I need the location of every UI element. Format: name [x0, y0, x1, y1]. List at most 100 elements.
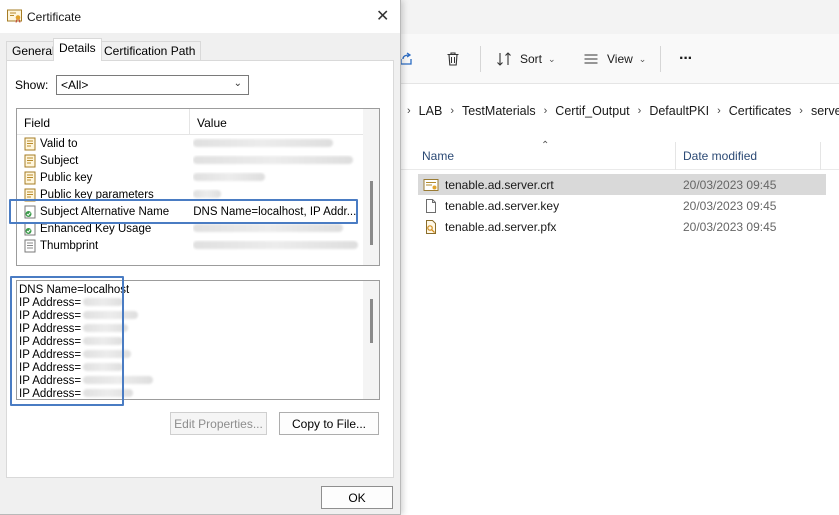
edit-properties-button[interactable]: Edit Properties... — [170, 412, 267, 435]
file-date-modified: 20/03/2023 09:45 — [683, 198, 777, 213]
field-name: Public key — [40, 171, 93, 184]
field-name: Thumbprint — [40, 239, 99, 252]
view-list-icon — [583, 51, 599, 67]
tab-certification-path[interactable]: Certification Path — [98, 41, 202, 61]
column-divider[interactable] — [675, 142, 676, 170]
detail-line: IP Address= — [19, 362, 124, 374]
sort-ascending-icon: ⌃ — [541, 140, 550, 151]
show-label: Show: — [15, 78, 49, 92]
field-row-public-key[interactable]: Public key — [23, 169, 363, 186]
detail-scrollbar[interactable] — [363, 281, 379, 399]
field-detail-textbox[interactable]: DNS Name=localhost IP Address= IP Addres… — [16, 280, 380, 400]
column-header-field[interactable]: Field — [24, 116, 50, 130]
file-name: tenable.ad.server.pfx — [445, 219, 557, 234]
chevron-right-icon: › — [407, 105, 411, 117]
detail-line: IP Address= — [19, 336, 124, 348]
field-value-redacted — [193, 155, 363, 167]
view-label: View — [607, 52, 633, 66]
detail-line: IP Address= — [19, 297, 124, 309]
certificate-file-icon — [423, 177, 439, 193]
chevron-right-icon: › — [543, 105, 548, 117]
blank-file-icon — [423, 198, 439, 214]
field-value-redacted — [193, 138, 363, 150]
sort-button[interactable]: Sort ⌄ — [496, 48, 556, 70]
chevron-down-icon: ⌄ — [638, 53, 647, 64]
file-name: tenable.ad.server.crt — [445, 177, 554, 192]
scrollbar-thumb[interactable] — [370, 299, 373, 343]
field-document-icon — [23, 171, 37, 185]
field-row-valid-to[interactable]: Valid to — [23, 135, 363, 152]
detail-line: IP Address= — [19, 349, 132, 361]
file-name: tenable.ad.server.key — [445, 198, 560, 213]
sort-label: Sort — [520, 52, 543, 66]
file-row-crt[interactable]: tenable.ad.server.crt 20/03/2023 09:45 — [418, 174, 826, 195]
breadcrumb-item[interactable]: Certificates — [724, 104, 797, 118]
delete-button[interactable] — [445, 48, 461, 70]
field-document-icon — [23, 154, 37, 168]
breadcrumb-item[interactable]: server — [806, 104, 839, 118]
certificate-dialog: Certificate ✕ General Details Certificat… — [0, 0, 401, 515]
breadcrumb-item[interactable]: TestMaterials — [457, 104, 541, 118]
tab-details[interactable]: Details — [53, 38, 102, 61]
breadcrumb: › LAB › TestMaterials › Certif_Output › … — [404, 104, 839, 118]
chevron-right-icon: › — [717, 105, 721, 117]
certificate-icon — [7, 9, 23, 26]
detail-line: DNS Name=localhost — [19, 284, 130, 296]
breadcrumb-item[interactable]: Certif_Output — [550, 104, 634, 118]
file-row-key[interactable]: tenable.ad.server.key 20/03/2023 09:45 — [418, 195, 826, 216]
field-name: Valid to — [40, 137, 78, 150]
close-icon[interactable]: ✕ — [376, 6, 389, 26]
dialog-titlebar[interactable]: Certificate ✕ — [0, 0, 400, 33]
field-value: DNS Name=localhost, IP Addr... — [193, 205, 357, 218]
field-name: Enhanced Key Usage — [40, 222, 152, 235]
field-row-enhanced-key-usage[interactable]: Enhanced Key Usage — [23, 220, 363, 237]
toolbar-divider — [480, 46, 481, 72]
breadcrumb-item[interactable]: LAB — [414, 104, 448, 118]
more-options-button[interactable]: ··· — [679, 48, 693, 70]
field-document-icon — [23, 188, 37, 202]
more-icon: ··· — [679, 50, 693, 67]
certificate-fields-list[interactable]: Field Value Valid to Subject Public key … — [16, 108, 380, 266]
dialog-title: Certificate — [27, 10, 82, 24]
copy-to-file-button[interactable]: Copy to File... — [279, 412, 379, 435]
detail-line: IP Address= — [19, 323, 129, 335]
chevron-down-icon: ⌄ — [233, 78, 242, 89]
field-value-redacted — [193, 223, 363, 235]
field-name: Subject — [40, 154, 79, 167]
file-row-pfx[interactable]: tenable.ad.server.pfx 20/03/2023 09:45 — [418, 216, 826, 237]
detail-line: IP Address= — [19, 388, 134, 399]
field-row-subject[interactable]: Subject — [23, 152, 363, 169]
field-row-public-key-parameters[interactable]: Public key parameters — [23, 186, 363, 203]
breadcrumb-item[interactable]: DefaultPKI — [644, 104, 714, 118]
detail-line: IP Address= — [19, 375, 154, 387]
field-document-icon — [23, 239, 37, 253]
chevron-right-icon: › — [799, 105, 803, 117]
view-button[interactable]: View ⌄ — [583, 48, 646, 70]
toolbar-divider — [660, 46, 661, 72]
field-row-thumbprint[interactable]: Thumbprint — [23, 237, 363, 254]
file-date-modified: 20/03/2023 09:45 — [683, 219, 777, 234]
field-value-redacted — [193, 189, 363, 201]
show-dropdown[interactable]: <All> ⌄ — [56, 75, 249, 95]
column-divider[interactable] — [820, 142, 821, 170]
column-header-value[interactable]: Value — [197, 116, 227, 130]
scrollbar-thumb[interactable] — [370, 181, 373, 245]
column-header-date-modified[interactable]: Date modified — [683, 149, 757, 163]
fields-scrollbar[interactable] — [363, 109, 379, 265]
column-divider[interactable] — [189, 109, 190, 135]
trash-icon — [445, 51, 461, 67]
file-date-modified: 20/03/2023 09:45 — [683, 177, 777, 192]
extension-field-icon — [23, 222, 37, 236]
column-header-name[interactable]: Name — [422, 149, 454, 163]
chevron-down-icon: ⌄ — [548, 53, 556, 64]
detail-line: IP Address= — [19, 310, 139, 322]
pfx-file-icon — [423, 219, 439, 235]
field-value-redacted — [193, 172, 363, 184]
extension-field-icon — [23, 205, 37, 219]
file-list-header: ⌃ Name Date modified — [400, 140, 839, 170]
ok-button[interactable]: OK — [321, 486, 393, 509]
field-value-redacted — [193, 240, 363, 252]
field-name: Subject Alternative Name — [40, 205, 170, 218]
field-row-subject-alternative-name[interactable]: Subject Alternative Name DNS Name=localh… — [23, 203, 363, 220]
field-document-icon — [23, 137, 37, 151]
